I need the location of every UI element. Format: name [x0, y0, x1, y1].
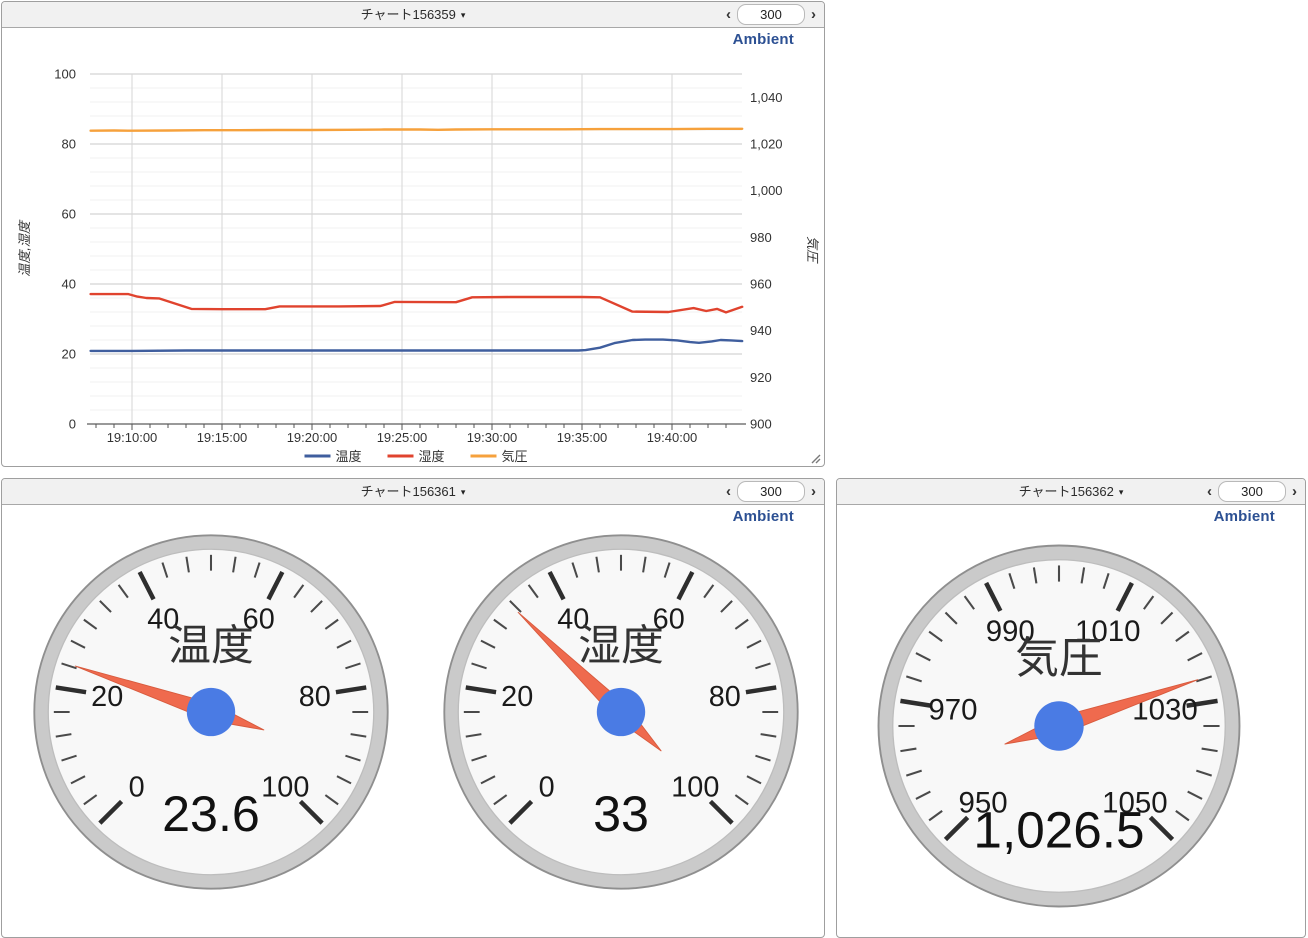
temperature-gauge: 020406080100温度23.6 — [25, 526, 397, 898]
points-controls: ‹ › — [1204, 479, 1300, 504]
svg-text:19:15:00: 19:15:00 — [197, 430, 248, 445]
chevron-down-icon: ▾ — [1119, 487, 1124, 497]
svg-text:33: 33 — [593, 786, 649, 842]
svg-text:湿度: 湿度 — [419, 449, 445, 464]
points-controls: ‹ › — [723, 479, 819, 504]
svg-text:19:30:00: 19:30:00 — [467, 430, 518, 445]
line-chart: 0 20 40 60 80 100 900 920 940 960 980 1,000 1,020 1,0… — [2, 28, 824, 466]
svg-text:940: 940 — [750, 323, 772, 338]
humidity-gauge: 020406080100湿度33 — [435, 526, 807, 898]
points-controls: ‹ › — [723, 2, 819, 27]
ambient-logo[interactable]: Ambient — [733, 508, 794, 525]
svg-text:0: 0 — [129, 772, 145, 804]
svg-text:1,026.5: 1,026.5 — [973, 802, 1144, 859]
svg-text:100: 100 — [54, 67, 76, 82]
chart-title: チャート156359 — [361, 7, 456, 22]
svg-text:1,000: 1,000 — [750, 183, 783, 198]
chart-title-dropdown[interactable]: チャート156361 ▾ — [2, 479, 824, 504]
svg-text:19:35:00: 19:35:00 — [557, 430, 608, 445]
chart-title: チャート156361 — [361, 484, 456, 499]
svg-text:100: 100 — [671, 772, 719, 804]
svg-text:気圧: 気圧 — [1015, 634, 1102, 683]
svg-text:温度: 温度 — [336, 449, 362, 464]
panel-header: チャート156359 ▾ ‹ › — [2, 2, 824, 28]
points-prev-button[interactable]: ‹ — [723, 482, 734, 502]
chevron-down-icon: ▾ — [461, 487, 466, 497]
resize-handle[interactable] — [809, 451, 821, 463]
panel-header: チャート156361 ▾ ‹ › — [2, 479, 824, 505]
chart-title: チャート156362 — [1019, 484, 1114, 499]
chevron-down-icon: ▾ — [461, 10, 466, 20]
svg-text:温度,湿度: 温度,湿度 — [17, 219, 32, 277]
svg-text:100: 100 — [261, 772, 309, 804]
chart-title-dropdown[interactable]: チャート156359 ▾ — [2, 2, 824, 27]
pressure-gauge: 950970990101010301050気圧1,026.5 — [869, 536, 1249, 916]
svg-text:19:40:00: 19:40:00 — [647, 430, 698, 445]
points-count-input[interactable] — [737, 481, 805, 502]
gauge-panel-temp-hum: チャート156361▾ ‹ › Ambient 020406080100温度23… — [1, 478, 825, 938]
points-prev-button[interactable]: ‹ — [1204, 482, 1215, 502]
svg-text:970: 970 — [928, 694, 977, 727]
svg-text:20: 20 — [91, 681, 123, 713]
svg-text:19:10:00: 19:10:00 — [107, 430, 158, 445]
svg-text:80: 80 — [299, 681, 331, 713]
svg-text:900: 900 — [750, 417, 772, 432]
points-next-button[interactable]: › — [1289, 482, 1300, 502]
svg-text:60: 60 — [62, 207, 76, 222]
svg-text:80: 80 — [62, 137, 76, 152]
svg-text:湿度: 湿度 — [578, 622, 664, 670]
points-count-input[interactable] — [737, 4, 805, 25]
points-next-button[interactable]: › — [808, 5, 819, 25]
svg-text:40: 40 — [62, 277, 76, 292]
svg-text:960: 960 — [750, 277, 772, 292]
svg-text:1,040: 1,040 — [750, 90, 783, 105]
svg-text:気圧: 気圧 — [805, 236, 820, 264]
gauge-panel-pressure: チャート156362▾ ‹ › Ambient 9509709901010103… — [836, 478, 1306, 938]
svg-text:19:25:00: 19:25:00 — [377, 430, 428, 445]
ambient-logo[interactable]: Ambient — [1214, 508, 1275, 525]
svg-text:19:20:00: 19:20:00 — [287, 430, 338, 445]
svg-text:気圧: 気圧 — [502, 449, 528, 464]
svg-text:80: 80 — [709, 681, 741, 713]
points-prev-button[interactable]: ‹ — [723, 5, 734, 25]
points-count-input[interactable] — [1218, 481, 1286, 502]
svg-text:温度: 温度 — [168, 622, 254, 670]
line-chart-panel: チャート156359▾ ‹ › Ambient 0204060801009009… — [1, 1, 825, 467]
panel-header: チャート156362 ▾ ‹ › — [837, 479, 1305, 505]
svg-text:980: 980 — [750, 230, 772, 245]
svg-text:0: 0 — [69, 417, 76, 432]
svg-text:0: 0 — [539, 772, 555, 804]
points-next-button[interactable]: › — [808, 482, 819, 502]
svg-text:23.6: 23.6 — [162, 786, 260, 842]
svg-text:20: 20 — [501, 681, 533, 713]
svg-text:920: 920 — [750, 370, 772, 385]
svg-text:20: 20 — [62, 347, 76, 362]
svg-text:1,020: 1,020 — [750, 137, 783, 152]
